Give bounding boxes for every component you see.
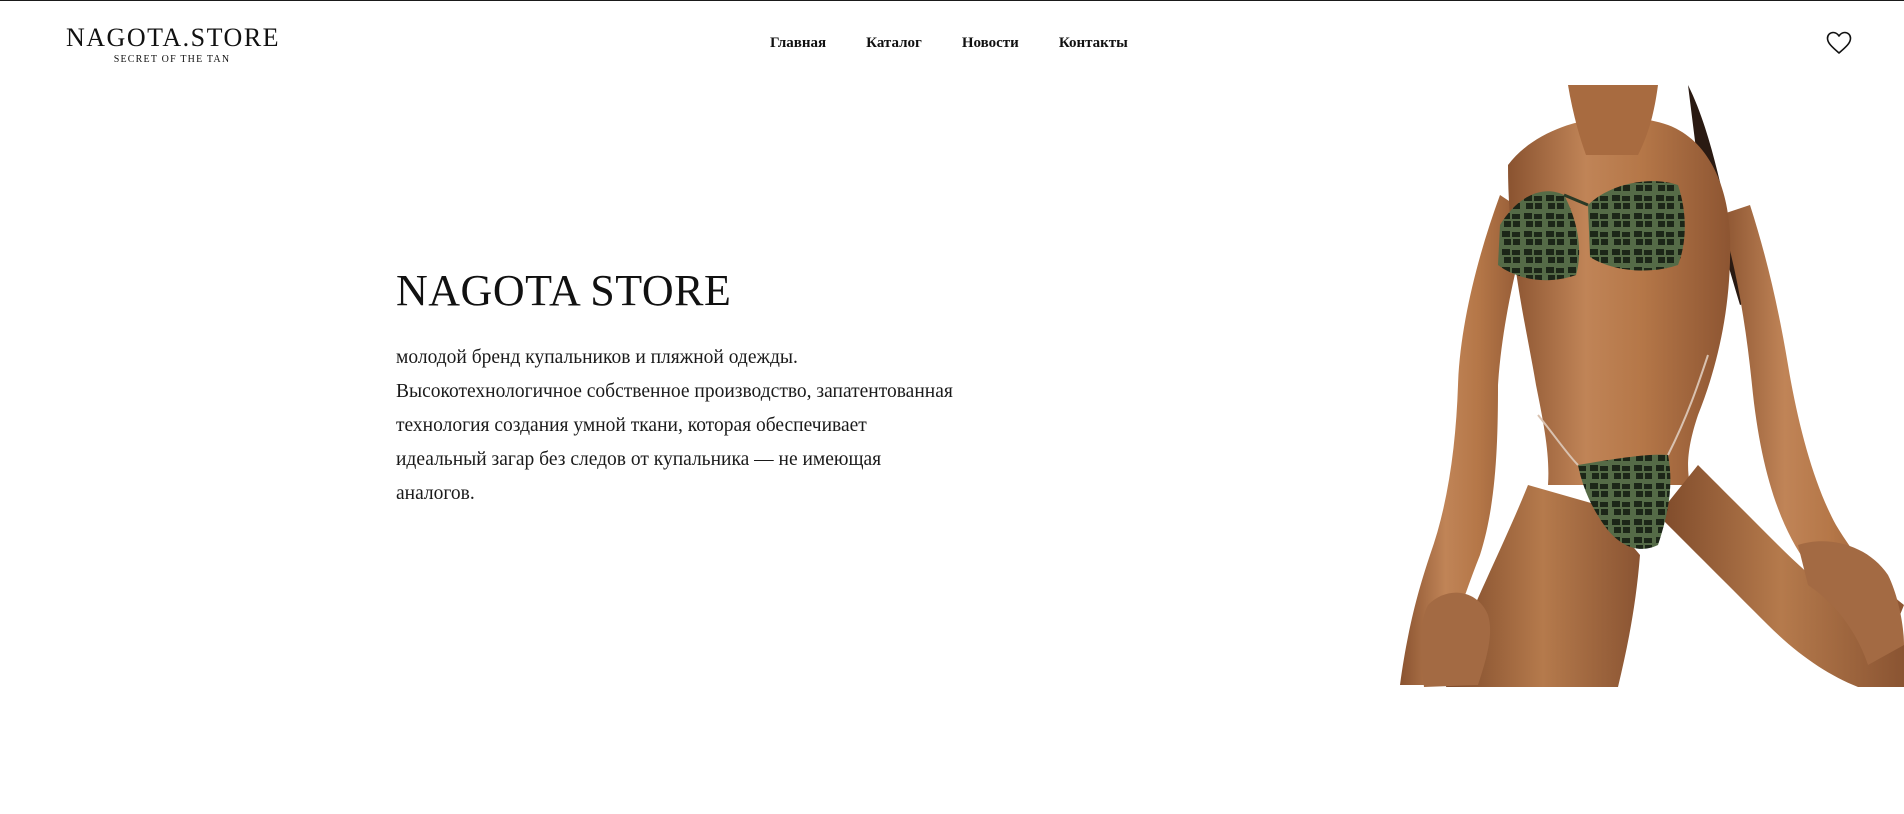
hero-title: NAGOTA STORE [396,266,732,315]
nav-item-contacts[interactable]: Контакты [1059,33,1128,53]
brand-logo[interactable]: NAGOTA.STORE SECRET OF THE TAN [66,23,281,66]
favorites-button[interactable] [1826,31,1852,55]
heart-icon [1826,31,1852,54]
brand-logo-main: NAGOTA.STORE [66,23,281,52]
page: NAGOTA.STORE SECRET OF THE TAN Главная К… [0,0,1904,814]
hero-model-image [1368,85,1904,687]
nav-item-catalog[interactable]: Каталог [866,33,922,53]
main-nav: Главная Каталог Новости Контакты [770,33,1128,53]
nav-item-home[interactable]: Главная [770,33,826,53]
nav-item-news[interactable]: Новости [962,33,1019,53]
hero-description: молодой бренд купальников и пляжной одеж… [396,347,953,504]
brand-logo-tagline: SECRET OF THE TAN [113,54,231,65]
